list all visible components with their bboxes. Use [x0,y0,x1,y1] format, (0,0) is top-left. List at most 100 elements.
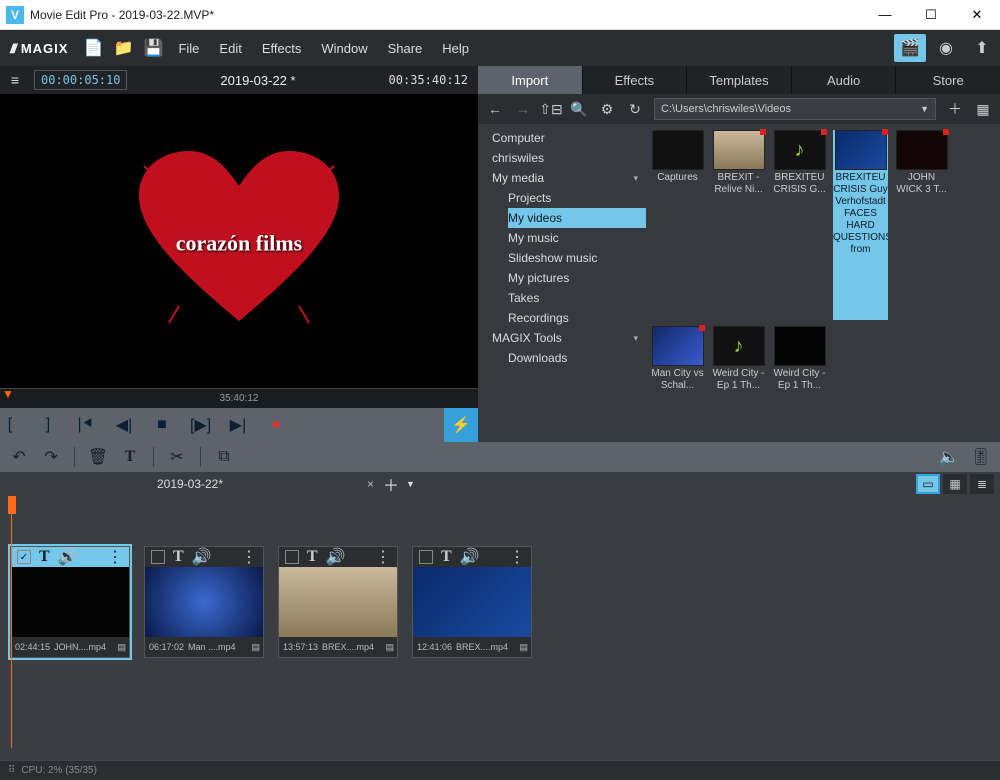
clip-1[interactable]: ✓T🔊⋮ 02:44:15JOHN....mp4▤ [10,546,130,658]
preview-menu-icon[interactable]: ≡ [0,72,30,88]
new-file-icon[interactable]: 📄 [78,34,108,62]
view-scene-icon[interactable]: ▦ [943,474,967,494]
tab-audio[interactable]: Audio [791,66,896,94]
view-timeline-icon[interactable]: ≣ [970,474,994,494]
mute-icon[interactable]: 🔈 [936,444,962,470]
step-back-icon[interactable]: ◀| [114,415,134,435]
thumb-john-wick[interactable]: JOHN WICK 3 T... [894,130,949,320]
clip-3[interactable]: T🔊⋮ 13:57:13BREX....mp4▤ [278,546,398,658]
timeline-area[interactable]: ✓T🔊⋮ 02:44:15JOHN....mp4▤ T🔊⋮ 06:17:02Ma… [0,496,1000,760]
mixer-icon[interactable]: 🎚 [968,444,994,470]
redo-icon[interactable]: ↷ [38,444,64,470]
tree-projects[interactable]: Projects [508,188,646,208]
tree-recordings[interactable]: Recordings [508,308,646,328]
path-dropdown-icon[interactable]: ▼ [920,104,929,114]
menu-share[interactable]: Share [378,30,433,66]
thumb-weird-city-video[interactable]: Weird City - Ep 1 Th... [772,326,827,392]
group-icon[interactable]: ⧉ [211,444,237,470]
thumb-man-city[interactable]: Man City vs Schal... [650,326,705,392]
view-grid-icon[interactable]: ▦ [970,97,996,121]
maximize-button[interactable]: ☐ [908,0,954,30]
view-storyboard-icon[interactable]: ▭ [916,474,940,494]
goto-end-icon[interactable]: ▶| [228,415,248,435]
tab-import[interactable]: Import [478,66,582,94]
clip-checkbox[interactable] [151,550,165,564]
menu-file[interactable]: File [168,30,209,66]
title-icon[interactable]: T [173,548,184,566]
tree-slideshow-music[interactable]: Slideshow music [508,248,646,268]
ruler-marker-icon[interactable]: ▼ [2,387,14,401]
refresh-icon[interactable]: ↻ [622,97,648,121]
title-icon[interactable]: T [441,548,452,566]
thumb-brexit-relive[interactable]: BREXIT - Relive Ni... [711,130,766,320]
close-tab-icon[interactable]: × [367,477,374,491]
record-icon[interactable]: ● [266,416,286,434]
thumb-brexiteu-video[interactable]: BREXITEU CRISIS Guy Verhofstadt FACES HA… [833,130,888,320]
range-start-icon[interactable]: [ [0,416,20,434]
save-icon[interactable]: 💾 [138,34,168,62]
tree-my-pictures[interactable]: My pictures [508,268,646,288]
tab-effects[interactable]: Effects [582,66,687,94]
audio-icon[interactable]: 🔊 [326,547,346,567]
tree-computer[interactable]: Computer [478,128,646,148]
tree-downloads[interactable]: Downloads [508,348,646,368]
range-end-icon[interactable]: ] [38,416,58,434]
title-icon[interactable]: T [39,548,50,566]
minimize-button[interactable]: — [862,0,908,30]
clip-menu-icon[interactable]: ⋮ [241,547,257,567]
nav-back-icon[interactable]: ← [482,97,508,121]
thumb-brexiteu-audio[interactable]: ♪BREXITEU CRISIS G... [772,130,827,320]
nav-forward-icon[interactable]: → [510,97,536,121]
goto-start-icon[interactable]: |⯇ [76,416,96,434]
tree-user[interactable]: chriswiles [478,148,646,168]
timecode-in[interactable]: 00:00:05:10 [34,70,127,90]
thumb-weird-city-audio[interactable]: ♪Weird City - Ep 1 Th... [711,326,766,392]
tab-templates[interactable]: Templates [686,66,791,94]
title-icon[interactable]: T [307,548,318,566]
video-preview[interactable]: corazón films [0,94,478,388]
play-range-icon[interactable]: [▶] [190,415,210,435]
preview-ruler[interactable]: ▼ 35:40:12 [0,388,478,408]
tree-my-videos[interactable]: My videos [508,208,646,228]
stop-icon[interactable]: ■ [152,416,172,434]
menu-help[interactable]: Help [432,30,479,66]
tree-takes[interactable]: Takes [508,288,646,308]
clip-menu-icon[interactable]: ⋮ [375,547,391,567]
cut-icon[interactable]: ✂ [164,444,190,470]
add-icon[interactable]: ＋ [942,97,968,121]
upload-icon[interactable]: ⬆ [966,34,998,62]
tab-store[interactable]: Store [895,66,1000,94]
menu-effects[interactable]: Effects [252,30,312,66]
search-icon[interactable]: 🔍 [566,97,592,121]
tree-magix-tools[interactable]: MAGIX Tools [478,328,646,348]
export-movie-icon[interactable]: 🎬 [894,34,926,62]
close-button[interactable]: ✕ [954,0,1000,30]
project-tab[interactable]: 2019-03-22* × [0,472,380,496]
clip-2[interactable]: T🔊⋮ 06:17:02Man ....mp4▤ [144,546,264,658]
clip-checkbox[interactable] [285,550,299,564]
quick-action-icon[interactable]: ⚡ [444,408,478,442]
nav-up-icon[interactable]: ⇧⊟ [538,97,564,121]
clip-menu-icon[interactable]: ⋮ [509,547,525,567]
clip-menu-icon[interactable]: ⋮ [107,547,123,567]
tab-dropdown-icon[interactable]: ▼ [402,479,419,489]
tree-my-media[interactable]: My media [478,168,646,188]
add-tab-icon[interactable]: ＋ [380,472,402,496]
audio-icon[interactable]: 🔊 [58,547,78,567]
audio-icon[interactable]: 🔊 [192,547,212,567]
menu-edit[interactable]: Edit [209,30,251,66]
path-input[interactable]: C:\Users\chriswiles\Videos▼ [654,98,936,120]
delete-icon[interactable]: 🗑 [85,444,111,470]
burn-disc-icon[interactable]: ◉ [930,34,962,62]
menu-window[interactable]: Window [311,30,377,66]
settings-icon[interactable]: ⚙ [594,97,620,121]
open-folder-icon[interactable]: 📁 [108,34,138,62]
clip-checkbox[interactable] [419,550,433,564]
tree-my-music[interactable]: My music [508,228,646,248]
clip-checkbox[interactable]: ✓ [17,550,31,564]
clip-4[interactable]: T🔊⋮ 12:41:06BREX....mp4▤ [412,546,532,658]
thumb-captures[interactable]: Captures [650,130,705,320]
audio-icon[interactable]: 🔊 [460,547,480,567]
playhead-icon[interactable] [8,496,16,514]
undo-icon[interactable]: ↶ [6,444,32,470]
